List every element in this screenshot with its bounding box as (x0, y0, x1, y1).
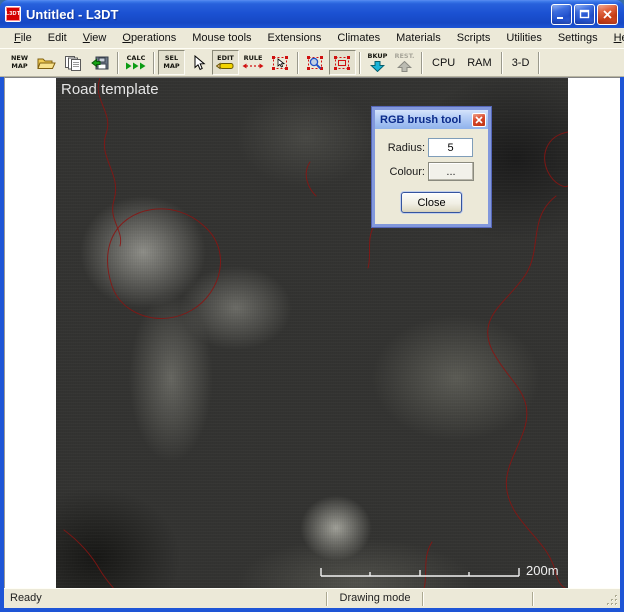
toolbar-separator (153, 52, 155, 74)
maximize-icon (579, 9, 590, 20)
radius-input[interactable] (428, 138, 473, 157)
cpu-button[interactable]: CPU (426, 50, 461, 75)
cursor-icon (192, 55, 206, 71)
menu-item-climates[interactable]: Climates (329, 30, 388, 47)
zoom-region-button[interactable] (302, 50, 329, 75)
status-separator (422, 592, 424, 606)
edit-pencil-icon (216, 62, 236, 70)
scale-bar-ticks (320, 564, 520, 578)
map-viewport: Road template (4, 77, 620, 588)
copy-button[interactable] (60, 50, 87, 75)
calc-button[interactable]: CALC (122, 50, 150, 75)
ruler-tool-button[interactable]: RULE (239, 50, 267, 75)
maximize-button[interactable] (574, 4, 595, 25)
menu-item-settings[interactable]: Settings (550, 30, 606, 47)
zoom-region-icon (306, 55, 325, 71)
window-controls (551, 4, 618, 25)
window-title: Untitled - L3DT (26, 7, 551, 22)
save-disk-icon (91, 55, 110, 71)
title-bar[interactable]: L3DT Untitled - L3DT (0, 0, 624, 28)
edit-tool-button-label: EDIT (217, 55, 234, 62)
minimize-icon (556, 9, 567, 20)
dialog-title: RGB brush tool (380, 114, 472, 126)
ram-text-icon: RAM (464, 57, 494, 69)
region-frame-icon (333, 55, 352, 71)
new-map-button-label: NEW MAP (11, 55, 28, 70)
status-text: Ready (10, 592, 42, 604)
scale-bar-label: 200m (526, 564, 559, 578)
restore-up-arrow-icon (397, 61, 412, 72)
dialog-close-button[interactable]: Close (401, 192, 462, 213)
dialog-body: Radius: Colour: ... Close (375, 129, 488, 223)
toolbar-separator (421, 52, 423, 74)
menu-item-view[interactable]: View (75, 30, 115, 47)
menu-item-scripts[interactable]: Scripts (449, 30, 499, 47)
select-region-button[interactable] (267, 50, 294, 75)
radius-label: Radius: (375, 142, 425, 154)
ram-button[interactable]: RAM (461, 50, 497, 75)
calc-arrows-icon (125, 62, 147, 70)
cpu-text-icon: CPU (429, 57, 458, 69)
select-region-icon (271, 55, 290, 71)
menu-item-materials[interactable]: Materials (388, 30, 449, 47)
menu-item-utilities[interactable]: Utilities (498, 30, 549, 47)
edit-tool-button[interactable]: EDIT (212, 50, 239, 75)
status-separator (532, 592, 534, 606)
map-title-overlay: Road template (61, 81, 159, 98)
backup-button[interactable]: BKUP (364, 50, 391, 75)
toolbar-separator (359, 52, 361, 74)
toolbar-separator (117, 52, 119, 74)
rgb-brush-tool-dialog: RGB brush tool Radius: Colour: ... Close (372, 107, 491, 227)
resize-grip[interactable] (606, 594, 619, 607)
menu-item-operations[interactable]: Operations (114, 30, 184, 47)
backup-down-arrow-icon (370, 61, 385, 72)
copy-pages-icon (64, 55, 83, 71)
l3dt-app-icon[interactable]: L3DT (5, 6, 21, 22)
dialog-close-icon[interactable] (472, 113, 486, 127)
status-separator (326, 592, 328, 606)
colour-picker-button[interactable]: ... (428, 162, 474, 181)
ruler-icon (242, 62, 264, 70)
mode-text: Drawing mode (330, 592, 420, 604)
heightmap-canvas[interactable]: Road template (56, 78, 568, 588)
menu-item-file[interactable]: File (6, 30, 40, 47)
menu-item-mouse-tools[interactable]: Mouse tools (184, 30, 259, 47)
3d-text-icon: 3-D (509, 57, 533, 69)
app-window: L3DT Untitled - L3DT FileEditViewOperati… (0, 0, 624, 612)
toolbar-separator (501, 52, 503, 74)
save-import-button[interactable] (87, 50, 114, 75)
menu-item-help[interactable]: Help (606, 30, 624, 47)
menu-item-extensions[interactable]: Extensions (260, 30, 330, 47)
colour-label: Colour: (375, 166, 425, 178)
pointer-tool-button[interactable] (185, 50, 212, 75)
close-button[interactable] (597, 4, 618, 25)
contour-lines (56, 78, 568, 588)
status-bar: Ready Drawing mode (4, 588, 620, 608)
scale-bar: 200m (320, 564, 559, 578)
sel-map-button[interactable]: SEL MAP (158, 50, 185, 75)
menu-bar: FileEditViewOperationsMouse toolsExtensi… (0, 28, 624, 48)
tool-bar: NEW MAP CALC SEL MAP EDIT RULE BKUP REST. CPU RA… (0, 48, 624, 77)
active-region-button[interactable] (329, 50, 356, 75)
toolbar-separator (297, 52, 299, 74)
backup-button-label: BKUP (368, 53, 388, 60)
close-icon (602, 9, 613, 20)
menu-item-edit[interactable]: Edit (40, 30, 75, 47)
calc-button-label: CALC (127, 55, 146, 62)
open-button[interactable] (33, 50, 60, 75)
sel-map-button-label: SEL MAP (163, 55, 179, 70)
toolbar-separator (538, 52, 540, 74)
new-map-button[interactable]: NEW MAP (6, 50, 33, 75)
view-3d-button[interactable]: 3-D (506, 50, 536, 75)
restore-button-label: REST. (394, 53, 414, 60)
folder-open-icon (37, 55, 57, 71)
minimize-button[interactable] (551, 4, 572, 25)
dialog-title-bar[interactable]: RGB brush tool (375, 110, 488, 129)
restore-button[interactable]: REST. (391, 50, 418, 75)
ruler-tool-button-label: RULE (244, 55, 263, 62)
